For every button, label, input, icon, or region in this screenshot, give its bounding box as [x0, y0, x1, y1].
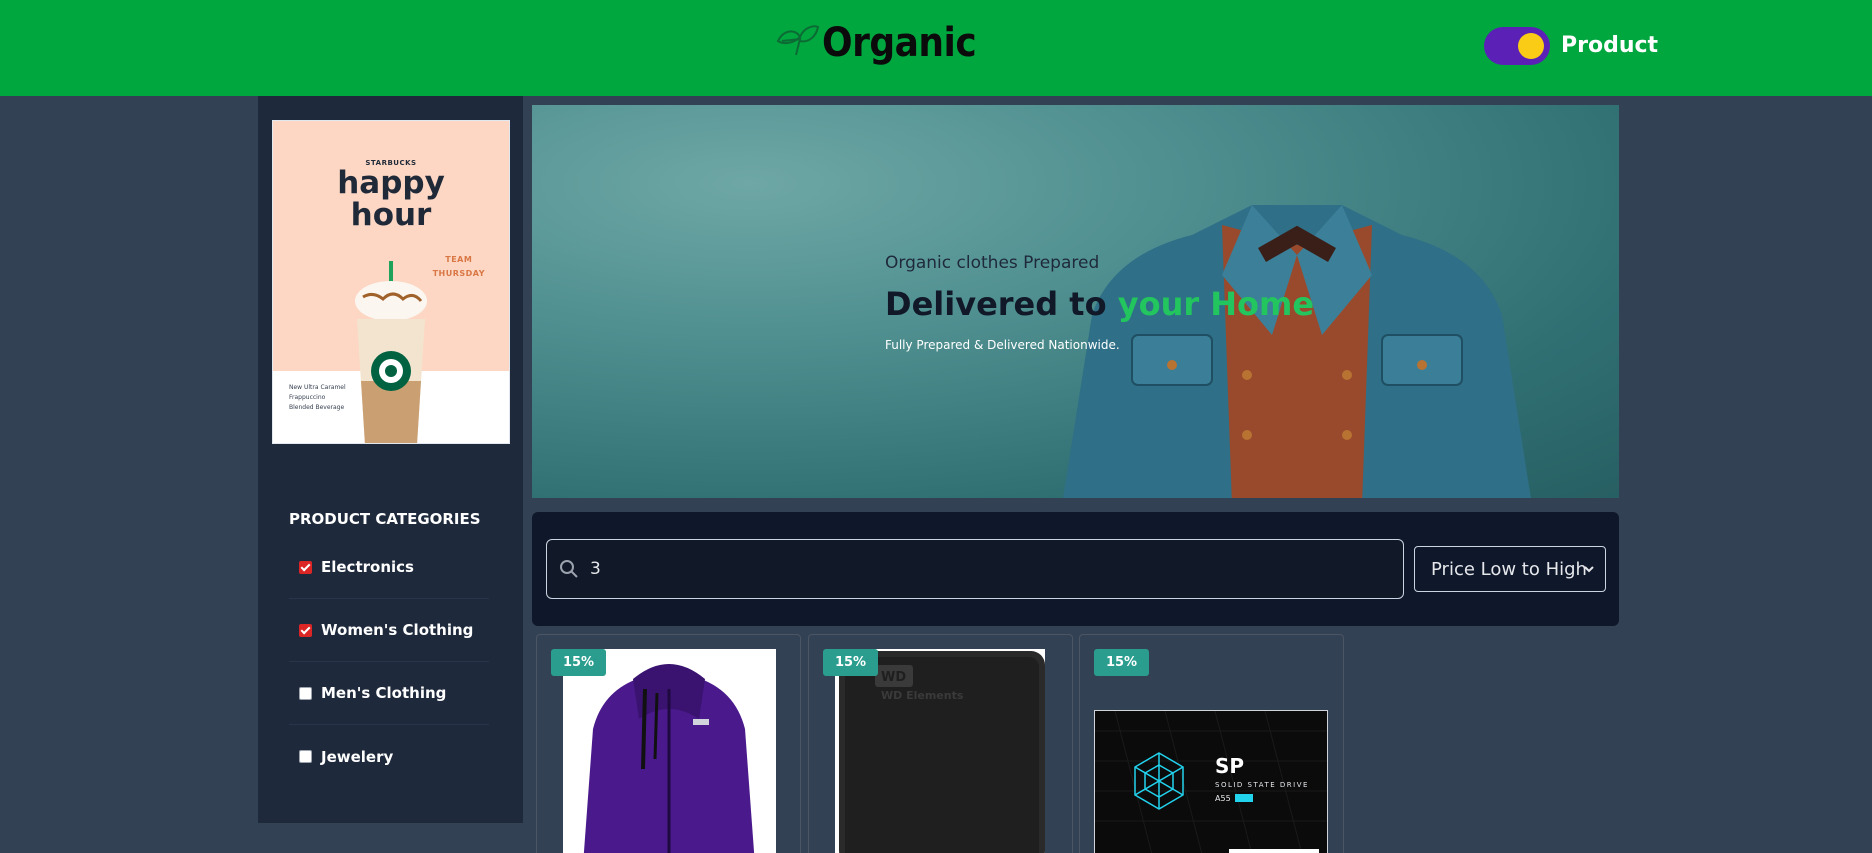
- leaf-icon: [774, 23, 820, 63]
- category-list: Electronics Women's Clothing Men's Cloth…: [289, 536, 489, 788]
- category-jewelery[interactable]: Jewelery: [289, 725, 489, 788]
- ad-title: happy hour: [337, 165, 445, 233]
- sort-select[interactable]: Price Low to High: [1414, 546, 1606, 592]
- category-womens-clothing[interactable]: Women's Clothing: [289, 599, 489, 662]
- product-card[interactable]: 15% WD WD Elements: [808, 634, 1073, 853]
- product-card[interactable]: 15% SP SOLID STATE DRIVE A55 256 CE: [1079, 634, 1344, 853]
- top-header: Organic Product: [0, 0, 1872, 96]
- discount-badge: 15%: [1094, 649, 1149, 676]
- svg-text:A55: A55: [1215, 794, 1231, 803]
- theme-toggle[interactable]: [1484, 27, 1550, 65]
- denim-jacket-image: [1022, 165, 1619, 498]
- category-mens-clothing[interactable]: Men's Clothing: [289, 662, 489, 725]
- category-label: Men's Clothing: [321, 684, 447, 702]
- product-image-purple-jacket[interactable]: [563, 649, 776, 853]
- category-checkbox[interactable]: [299, 686, 312, 700]
- discount-badge: 15%: [823, 649, 878, 676]
- hero-subtext: Fully Prepared & Delivered Nationwide.: [885, 338, 1120, 352]
- category-checkbox[interactable]: [299, 560, 312, 574]
- search-input[interactable]: [590, 559, 1370, 579]
- logo[interactable]: Organic: [774, 20, 977, 66]
- category-label: Jewelery: [321, 747, 394, 766]
- svg-text:SP: SP: [1215, 754, 1244, 778]
- frappuccino-cup-image: [343, 261, 443, 443]
- product-card[interactable]: 15%: [536, 634, 801, 853]
- discount-badge: 15%: [551, 649, 606, 676]
- category-electronics[interactable]: Electronics: [289, 536, 489, 599]
- category-checkbox[interactable]: [299, 750, 312, 763]
- svg-text:WD Elements: WD Elements: [881, 689, 964, 702]
- hero-banner: Organic clothes Prepared Delivered to yo…: [532, 105, 1619, 498]
- logo-text: Organic: [822, 20, 977, 66]
- search-icon: [559, 559, 579, 579]
- svg-text:SOLID STATE DRIVE: SOLID STATE DRIVE: [1215, 781, 1309, 789]
- svg-text:WD: WD: [881, 670, 906, 685]
- hero-eyebrow: Organic clothes Prepared: [885, 253, 1100, 273]
- product-image-wd-hard-drive[interactable]: WD WD Elements: [835, 649, 1045, 853]
- product-link[interactable]: Product: [1561, 33, 1658, 58]
- search-toolbar: Price Low to High: [532, 512, 1619, 626]
- chevron-down-icon: [1583, 561, 1595, 582]
- toggle-knob: [1518, 33, 1544, 59]
- category-label: Electronics: [321, 558, 414, 576]
- category-checkbox[interactable]: [299, 623, 312, 637]
- category-label: Women's Clothing: [321, 621, 474, 639]
- sort-selected-value: Price Low to High: [1431, 558, 1587, 580]
- categories-heading: PRODUCT CATEGORIES: [289, 510, 481, 528]
- hero-headline: Delivered to your Home: [885, 285, 1315, 323]
- hero-headline-accent: your Home: [1117, 285, 1315, 323]
- ad-description: New Ultra Caramel Frappuccino Blended Be…: [289, 384, 346, 411]
- search-box[interactable]: [546, 539, 1404, 599]
- product-image-sp-ssd[interactable]: SP SOLID STATE DRIVE A55 256 CE: [1094, 710, 1328, 853]
- promo-ad-banner[interactable]: STARBUCKS happy hour TEAM THURSDAY New U…: [272, 120, 510, 444]
- sidebar: STARBUCKS happy hour TEAM THURSDAY New U…: [258, 96, 523, 823]
